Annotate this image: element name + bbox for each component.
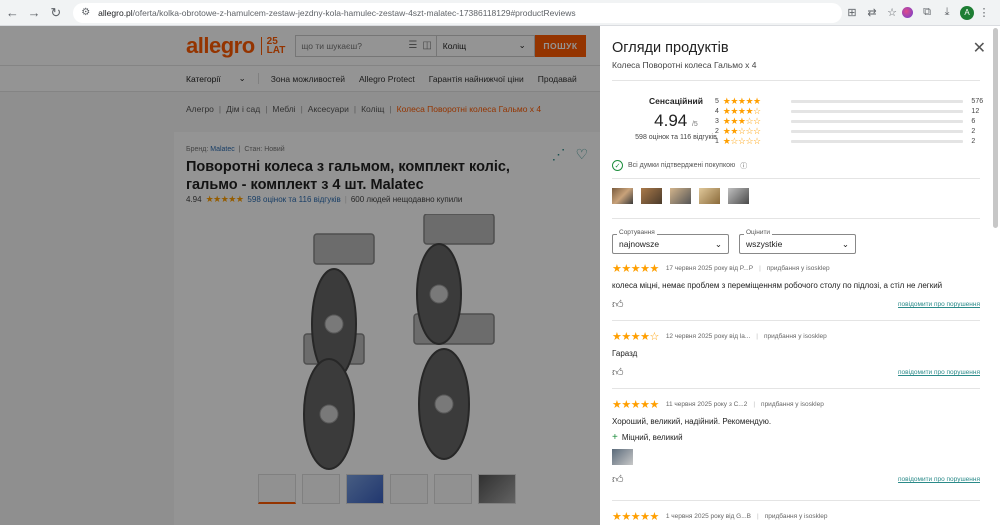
divider bbox=[612, 320, 980, 321]
review-text: Гаразд bbox=[612, 349, 638, 358]
distribution-row[interactable]: 3 ★★★☆☆ 6 bbox=[715, 116, 985, 126]
profile-avatar[interactable]: A bbox=[960, 5, 974, 20]
review-photo-thumbnail[interactable] bbox=[641, 188, 662, 204]
url-domain: allegro.pl bbox=[98, 7, 133, 18]
rating-score-max: /5 bbox=[691, 121, 698, 128]
extension-icon[interactable] bbox=[902, 7, 913, 18]
distribution-row[interactable]: 4 ★★★★☆ 12 bbox=[715, 106, 985, 116]
sort-select[interactable]: Сортування najnowsze ⌄ bbox=[612, 229, 729, 254]
bookmark-star-icon[interactable]: ☆ bbox=[882, 3, 902, 23]
verified-text: Всі думки підтверджені покупкою bbox=[628, 162, 736, 169]
review-pros-text: Міцний, великий bbox=[621, 433, 683, 442]
info-icon[interactable]: ⓘ bbox=[740, 161, 747, 171]
review-text: Хороший, великий, надійний. Рекомендую. bbox=[612, 417, 772, 426]
divider bbox=[612, 80, 980, 81]
review-source: придбання у isosklep bbox=[761, 401, 824, 408]
modal-backdrop[interactable] bbox=[0, 26, 600, 525]
browser-menu-icon[interactable]: ⋮ bbox=[974, 3, 994, 23]
install-icon[interactable]: ⊞ bbox=[842, 3, 862, 23]
sort-label: Сортування bbox=[617, 229, 657, 236]
report-link[interactable]: повідомити про порушення bbox=[898, 476, 980, 483]
distribution-row[interactable]: 5 ★★★★★ 576 bbox=[715, 96, 985, 106]
distribution-stars-label: 4 bbox=[715, 107, 719, 115]
review-date: 12 червня 2025 року від la... bbox=[665, 333, 751, 340]
review-source: придбання у isosklep bbox=[763, 333, 827, 340]
distribution-count: 12 bbox=[971, 107, 980, 115]
review-date: 17 червня 2025 року від P...P bbox=[665, 265, 754, 272]
sort-value: najnowsze bbox=[619, 239, 660, 249]
distribution-stars-label: 3 bbox=[715, 117, 719, 125]
divider bbox=[612, 178, 980, 179]
distribution-stars-label: 2 bbox=[715, 127, 719, 135]
forward-icon[interactable]: → bbox=[25, 3, 44, 23]
panel-title: Огляди продуктів bbox=[612, 40, 729, 56]
review-source: придбання у isosklep bbox=[766, 265, 830, 272]
distribution-row[interactable]: 2 ★★☆☆☆ 2 bbox=[715, 126, 985, 136]
report-link[interactable]: повідомити про порушення bbox=[898, 369, 980, 376]
rating-filter-label: Оцінити bbox=[744, 229, 773, 236]
verified-note: ✓ Всі думки підтверджені покупкою ⓘ bbox=[612, 160, 747, 171]
rating-filter-select[interactable]: Оцінити wszystkie ⌄ bbox=[739, 229, 856, 254]
star-icon: ★☆☆☆☆ bbox=[722, 135, 761, 146]
distribution-row[interactable]: 1 ★☆☆☆☆ 2 bbox=[715, 136, 985, 146]
address-bar[interactable]: ⚙ allegro.pl/oferta/kolka-obrotowe-z-ham… bbox=[73, 2, 842, 23]
download-icon[interactable]: ⤓ bbox=[937, 3, 957, 23]
review-filters: Сортування najnowsze ⌄ Оцінити wszystkie ⌄ bbox=[612, 229, 856, 254]
distribution-stars-label: 1 bbox=[715, 137, 719, 145]
review-photo-thumbnail[interactable] bbox=[699, 188, 720, 204]
reviews-panel: Огляди продуктів Колеса Поворотні колеса… bbox=[600, 26, 1000, 525]
rating-filter-value: wszystkie bbox=[746, 239, 783, 249]
check-circle-icon: ✓ bbox=[612, 160, 623, 171]
divider bbox=[612, 500, 980, 501]
thumbs-up-icon[interactable]: 👍︎ bbox=[612, 366, 624, 379]
review-stars-icon: ★★★★☆ bbox=[612, 331, 659, 343]
thumbs-up-icon[interactable]: 👍︎ bbox=[612, 298, 624, 311]
chevron-down-icon: ⌄ bbox=[714, 238, 722, 249]
close-icon[interactable]: ✕ bbox=[973, 38, 986, 58]
plus-icon: + bbox=[612, 432, 618, 443]
review-item: ★★★★★ 1 червня 2025 року від G...B | придба… bbox=[612, 511, 828, 523]
report-link[interactable]: повідомити про порушення bbox=[898, 301, 980, 308]
site-settings-icon[interactable]: ⚙ bbox=[81, 7, 90, 18]
distribution-stars-label: 5 bbox=[715, 97, 719, 105]
divider bbox=[612, 218, 980, 219]
back-icon[interactable]: ← bbox=[3, 3, 22, 23]
review-photo-thumbnail[interactable] bbox=[728, 188, 749, 204]
review-pros: + Міцний, великий bbox=[612, 432, 980, 443]
chevron-down-icon: ⌄ bbox=[841, 238, 849, 249]
review-source: придбання у isosklep bbox=[764, 513, 828, 520]
review-stars-icon: ★★★★★ bbox=[612, 263, 659, 275]
distribution-count: 576 bbox=[971, 97, 984, 105]
rating-score-value: 4.94 bbox=[654, 111, 688, 130]
url-path: /oferta/kolka-obrotowe-z-hamulcem-zestaw… bbox=[132, 7, 576, 18]
review-stars-icon: ★★★★★ bbox=[612, 511, 659, 523]
review-text: колеса міцні, немає проблем з переміщенн… bbox=[612, 281, 943, 290]
panel-scrollbar[interactable] bbox=[993, 28, 998, 228]
review-photo-thumbnail[interactable] bbox=[612, 449, 633, 465]
review-item: ★★★★☆ 12 червня 2025 року від la... | придб… bbox=[612, 331, 980, 379]
review-date: 1 червня 2025 року від G...B bbox=[665, 513, 751, 520]
distribution-count: 2 bbox=[971, 127, 976, 135]
reload-icon[interactable]: ↻ bbox=[46, 3, 65, 23]
rating-distribution: 5 ★★★★★ 576 4 ★★★★☆ 12 3 ★★★☆☆ 6 2 ★★☆☆☆ 2 1 ★☆☆☆… bbox=[715, 96, 985, 146]
review-date: 11 червня 2025 року з C...2 bbox=[665, 401, 748, 408]
distribution-count: 6 bbox=[971, 117, 976, 125]
panel-subtitle: Колеса Поворотні колеса Гальмо х 4 bbox=[612, 60, 757, 70]
review-item: ★★★★★ 17 червня 2025 року від P...P | придб… bbox=[612, 263, 980, 311]
review-photo-thumbnail[interactable] bbox=[612, 188, 633, 204]
review-item: ★★★★★ 11 червня 2025 року з C...2 | придбан… bbox=[612, 399, 980, 486]
extensions-puzzle-icon[interactable]: ⧉ bbox=[917, 3, 937, 23]
browser-toolbar: ← → ↻ ⚙ allegro.pl/oferta/kolka-obrotowe… bbox=[0, 0, 1000, 26]
review-photos bbox=[612, 188, 749, 204]
divider bbox=[612, 388, 980, 389]
translate-icon[interactable]: ⇄ bbox=[862, 3, 882, 23]
review-photo-thumbnail[interactable] bbox=[670, 188, 691, 204]
review-stars-icon: ★★★★★ bbox=[612, 399, 659, 411]
distribution-count: 2 bbox=[971, 137, 976, 145]
thumbs-up-icon[interactable]: 👍︎ bbox=[612, 473, 624, 486]
